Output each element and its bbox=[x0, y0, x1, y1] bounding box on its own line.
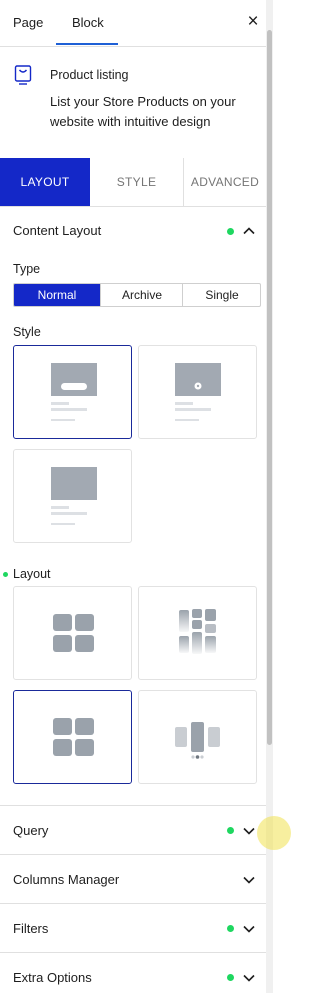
content-layout-title: Content Layout bbox=[13, 223, 102, 238]
section-divider bbox=[0, 952, 266, 953]
settings-tabs: LAYOUT STYLE ADVANCED bbox=[0, 158, 266, 207]
type-toggle-group: Normal Archive Single bbox=[13, 283, 261, 307]
sidebar-tabs: Page Block × bbox=[0, 0, 266, 47]
section-divider bbox=[0, 805, 266, 806]
style-thumbnail-button-overlay bbox=[51, 363, 97, 421]
type-normal-button[interactable]: Normal bbox=[14, 284, 100, 306]
layout-option-grid[interactable] bbox=[13, 586, 132, 680]
close-button[interactable]: × bbox=[244, 11, 262, 33]
chevron-down-icon bbox=[243, 925, 255, 933]
filters-title: Filters bbox=[13, 921, 49, 936]
tab-advanced[interactable]: ADVANCED bbox=[183, 158, 266, 206]
style-thumbnail-plain bbox=[51, 467, 97, 525]
layout-label: Layout bbox=[13, 567, 51, 581]
section-divider bbox=[0, 854, 266, 855]
status-dot bbox=[227, 827, 234, 834]
chevron-down-icon bbox=[243, 876, 255, 884]
query-section-header[interactable]: Query bbox=[0, 807, 266, 855]
style-label: Style bbox=[13, 325, 41, 339]
chevron-down-icon bbox=[243, 974, 255, 982]
style-option-2[interactable] bbox=[138, 345, 257, 439]
tab-page[interactable]: Page bbox=[13, 15, 43, 30]
status-dot bbox=[227, 925, 234, 932]
layout-option-grid-wide[interactable] bbox=[13, 690, 132, 784]
columns-manager-section-header[interactable]: Columns Manager bbox=[0, 856, 266, 904]
query-title: Query bbox=[13, 823, 49, 838]
chevron-down-icon bbox=[243, 827, 255, 835]
active-tab-indicator bbox=[56, 43, 118, 45]
section-divider bbox=[0, 903, 266, 904]
block-description: List your Store Products on your website… bbox=[50, 94, 236, 129]
grid-layout-icon bbox=[53, 614, 94, 652]
type-archive-button[interactable]: Archive bbox=[100, 284, 183, 306]
wide-grid-layout-icon bbox=[53, 718, 94, 756]
chevron-up-icon bbox=[243, 227, 255, 235]
status-dot bbox=[227, 974, 234, 981]
extra-options-title: Extra Options bbox=[13, 970, 92, 985]
mouse-cursor-highlight bbox=[257, 816, 291, 850]
type-single-button[interactable]: Single bbox=[182, 284, 260, 306]
columns-manager-title: Columns Manager bbox=[13, 872, 120, 887]
style-option-1[interactable] bbox=[13, 345, 132, 439]
style-thumbnail-dot-overlay bbox=[175, 363, 221, 421]
tab-block[interactable]: Block bbox=[72, 15, 104, 30]
scrollbar-thumb[interactable] bbox=[267, 30, 272, 745]
content-layout-header[interactable]: Content Layout bbox=[0, 207, 266, 255]
style-option-3[interactable] bbox=[13, 449, 132, 543]
close-icon: × bbox=[247, 11, 259, 32]
filters-section-header[interactable]: Filters bbox=[0, 905, 266, 953]
tab-style[interactable]: STYLE bbox=[90, 158, 183, 206]
block-settings-panel: Page Block × Product listing List your S… bbox=[0, 0, 266, 993]
block-title: Product listing bbox=[50, 68, 129, 82]
layout-option-masonry[interactable] bbox=[138, 586, 257, 680]
product-bag-icon bbox=[14, 65, 32, 85]
carousel-layout-icon bbox=[175, 722, 220, 759]
tab-layout[interactable]: LAYOUT bbox=[0, 158, 90, 206]
layout-status-dot bbox=[3, 572, 8, 577]
status-dot bbox=[227, 228, 234, 235]
extra-options-section-header[interactable]: Extra Options bbox=[0, 954, 266, 1002]
type-label: Type bbox=[13, 262, 41, 276]
layout-option-carousel[interactable] bbox=[138, 690, 257, 784]
masonry-layout-icon bbox=[179, 609, 216, 654]
